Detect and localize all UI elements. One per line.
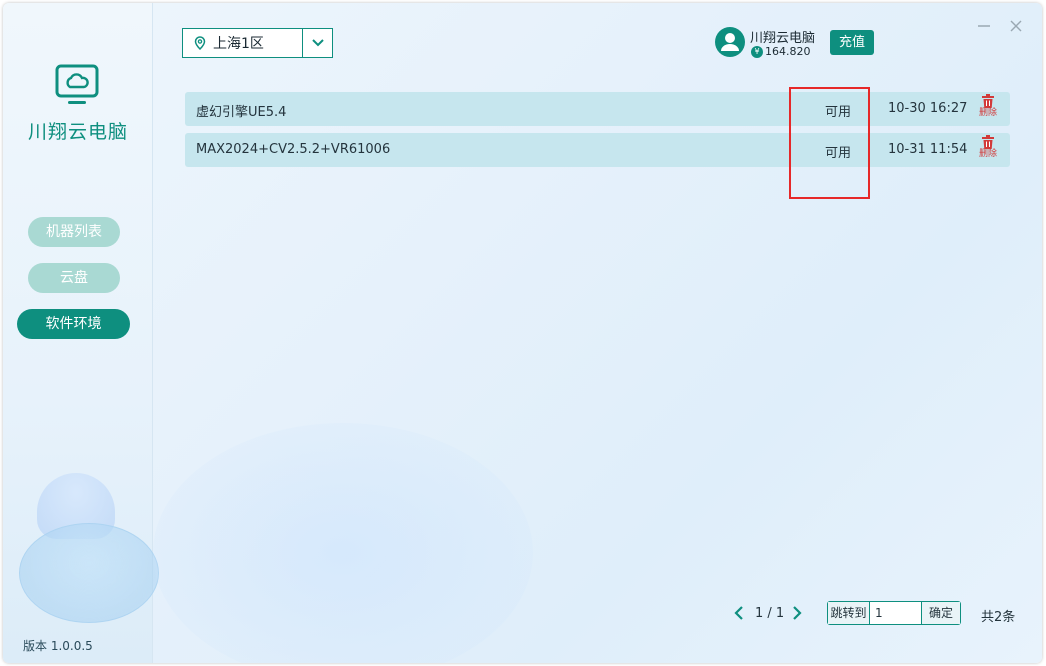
total-count: 共2条 <box>981 610 1016 625</box>
brand-name: 川翔云电脑 <box>27 121 128 143</box>
page-jump: 跳转到 1 确定 <box>827 601 961 625</box>
env-row[interactable]: 虚幻引擎UE5.4 可用 10-30 16:27 删除 <box>185 92 1010 126</box>
nav-machine-list[interactable]: 机器列表 <box>28 217 120 247</box>
region-select[interactable]: 上海1区 <box>182 28 333 58</box>
jump-label: 跳转到 <box>828 602 870 624</box>
region-label: 上海1区 <box>213 36 264 52</box>
chevron-left-icon[interactable] <box>733 605 745 621</box>
env-time: 10-30 16:27 <box>888 101 968 116</box>
nav-cloud-disk[interactable]: 云盘 <box>28 263 120 293</box>
env-row[interactable]: MAX2024+CV2.5.2+VR61006 可用 10-31 11:54 删… <box>185 133 1010 167</box>
recharge-button[interactable]: 充值 <box>830 30 874 55</box>
decorative-disc <box>19 523 159 623</box>
trash-icon <box>982 94 994 108</box>
yuan-coin-icon: ¥ <box>751 46 763 58</box>
cloud-monitor-icon <box>55 64 99 104</box>
decorative-blob <box>153 423 533 663</box>
jump-page-input[interactable]: 1 <box>870 602 922 624</box>
sidebar: 川翔云电脑 机器列表 云盘 软件环境 版本 1.0.0.5 <box>3 3 159 663</box>
page-indicator: 1 / 1 <box>755 606 785 621</box>
location-pin-icon <box>194 36 206 50</box>
avatar[interactable] <box>715 27 745 57</box>
delete-button[interactable]: 删除 <box>976 135 1000 165</box>
chevron-right-icon[interactable] <box>791 605 803 621</box>
user-icon <box>721 33 739 51</box>
app-window: 川翔云电脑 机器列表 云盘 软件环境 版本 1.0.0.5 上海1区 川翔云电脑… <box>3 3 1042 663</box>
env-name: MAX2024+CV2.5.2+VR61006 <box>196 142 391 157</box>
close-icon[interactable] <box>1009 19 1023 33</box>
delete-label: 删除 <box>978 149 997 159</box>
version-label: 版本 1.0.0.5 <box>23 639 93 653</box>
user-name: 川翔云电脑 <box>750 31 816 46</box>
delete-button[interactable]: 删除 <box>976 94 1000 124</box>
user-balance: 164.820 <box>765 45 811 58</box>
confirm-button[interactable]: 确定 <box>922 602 960 624</box>
trash-icon <box>982 135 994 149</box>
env-name: 虚幻引擎UE5.4 <box>196 105 287 120</box>
chevron-down-icon[interactable] <box>302 29 332 57</box>
env-time: 10-31 11:54 <box>888 142 968 157</box>
highlight-annotation <box>789 87 870 199</box>
minimize-icon[interactable] <box>977 19 991 33</box>
delete-label: 删除 <box>978 108 997 118</box>
nav-software-env[interactable]: 软件环境 <box>17 309 130 339</box>
